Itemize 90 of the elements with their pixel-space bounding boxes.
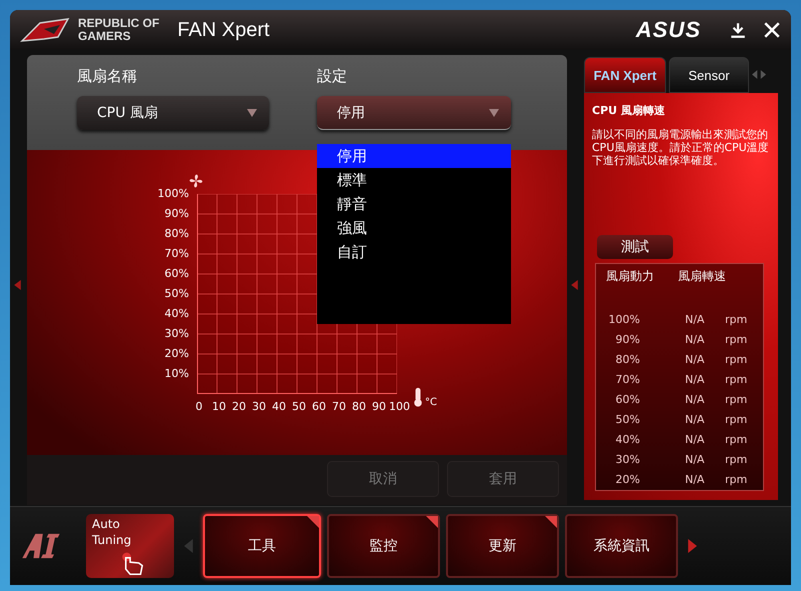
table-cell-text: N/A bbox=[685, 472, 706, 486]
field-label: 設定 bbox=[317, 67, 348, 86]
dropdown-option[interactable]: 標準 bbox=[317, 168, 511, 192]
table-cell-text: N/A bbox=[685, 312, 706, 326]
field-label: 風扇名稱 bbox=[77, 67, 138, 86]
table-cell-text: 30% bbox=[614, 452, 640, 466]
table-cell-text: 60% bbox=[614, 392, 640, 406]
info-title: CPU 風扇轉速 bbox=[592, 103, 666, 118]
table-cell: rpm bbox=[725, 332, 748, 346]
close-icon[interactable] bbox=[763, 21, 781, 39]
table-cell-text: 40% bbox=[614, 432, 640, 446]
table-cell-text: 50% bbox=[614, 412, 640, 426]
table-cell-text: N/A bbox=[685, 432, 706, 446]
table-cell: rpm bbox=[725, 472, 748, 486]
table-cell: rpm bbox=[725, 372, 748, 386]
logo-icon bbox=[20, 15, 70, 45]
axis-label: 50% bbox=[164, 286, 189, 302]
thermometer-icon bbox=[413, 386, 423, 408]
nav-button[interactable]: 監控 bbox=[327, 514, 440, 578]
table-cell: rpm bbox=[725, 312, 748, 326]
axis-label: 50 bbox=[291, 400, 307, 413]
axis-label: 20 bbox=[231, 400, 247, 413]
fan-dropdown[interactable]: CPU 風扇 bbox=[77, 96, 269, 130]
brand-logo: ASUS bbox=[636, 17, 701, 43]
axis-label: 30% bbox=[164, 326, 189, 342]
dropdown-option[interactable]: 自訂 bbox=[317, 240, 511, 264]
dropdown-option[interactable]: 停用 bbox=[317, 144, 511, 168]
auto-tuning-button[interactable]: Auto Tuning bbox=[86, 514, 174, 578]
nav-button[interactable]: 系統資訊 bbox=[565, 514, 678, 578]
table-cell-text: N/A bbox=[685, 372, 706, 386]
column-header: 風扇動力 bbox=[606, 268, 654, 285]
tab[interactable]: FAN Xpert bbox=[584, 57, 666, 93]
table-cell-text: 80% bbox=[614, 352, 640, 366]
axis-label: 0 bbox=[194, 400, 204, 413]
test-button[interactable]: 測試 bbox=[597, 235, 673, 259]
axis-label: 10 bbox=[211, 400, 227, 413]
minimize-icon[interactable] bbox=[729, 21, 747, 39]
axis-label: 70% bbox=[164, 246, 189, 262]
axis-label: 70 bbox=[331, 400, 347, 413]
mode-dropdown[interactable]: 停用 bbox=[317, 96, 511, 130]
table-cell-text: 100% bbox=[608, 312, 640, 326]
axis-label: 40% bbox=[164, 306, 189, 322]
axis-label: 60% bbox=[164, 266, 189, 282]
axis-label: 60 bbox=[311, 400, 327, 413]
table-cell: rpm bbox=[725, 392, 748, 406]
table-cell: rpm bbox=[725, 412, 748, 426]
axis-label: 80% bbox=[164, 226, 189, 242]
window-title: FAN Xpert bbox=[177, 18, 270, 42]
table-cell-text: N/A bbox=[685, 412, 706, 426]
ai-logo-icon bbox=[20, 532, 62, 560]
caret-icon bbox=[247, 109, 257, 117]
scroll-arrows-icon[interactable] bbox=[752, 70, 766, 78]
axis-label: 10% bbox=[164, 366, 189, 382]
left-arrow-icon[interactable] bbox=[571, 280, 578, 290]
table-cell-text: 70% bbox=[614, 372, 640, 386]
left-arrow-icon[interactable] bbox=[14, 280, 21, 290]
column-header: 風扇轉速 bbox=[678, 268, 726, 285]
corner-icon bbox=[307, 516, 319, 528]
axis-label: 80 bbox=[351, 400, 367, 413]
axis-label: 100 bbox=[389, 400, 409, 413]
table-cell-text: N/A bbox=[685, 392, 706, 406]
right-arrow-icon[interactable] bbox=[688, 539, 697, 553]
caret-icon bbox=[489, 108, 499, 116]
table-cell-text: 20% bbox=[614, 472, 640, 486]
unit-label: °C bbox=[425, 397, 437, 408]
table-cell-text: N/A bbox=[685, 332, 706, 346]
logo-text: GAMERS bbox=[78, 30, 132, 43]
dropdown-option[interactable]: 強風 bbox=[317, 216, 511, 240]
table-cell: rpm bbox=[725, 452, 748, 466]
table-cell-text: 90% bbox=[614, 332, 640, 346]
axis-label: 20% bbox=[164, 346, 189, 362]
nav-button[interactable]: 更新 bbox=[446, 514, 559, 578]
table-cell-text: N/A bbox=[685, 452, 706, 466]
corner-icon bbox=[545, 516, 557, 528]
dropdown-option[interactable]: 靜音 bbox=[317, 192, 511, 216]
axis-label: 90 bbox=[371, 400, 387, 413]
axis-label: 90% bbox=[164, 206, 189, 222]
axis-label: 40 bbox=[271, 400, 287, 413]
tab[interactable]: Sensor bbox=[669, 57, 749, 93]
corner-icon bbox=[426, 516, 438, 528]
nav-button[interactable]: 工具 bbox=[203, 514, 321, 578]
table-cell-text: N/A bbox=[685, 352, 706, 366]
table-cell: rpm bbox=[725, 352, 748, 366]
info-text: 請以不同的風扇電源輸出來測試您的CPU風扇速度。請於正常的CPU溫度下進行測試以確保準確度。 bbox=[592, 128, 770, 167]
axis-label: 100% bbox=[158, 186, 189, 202]
left-arrow-icon[interactable] bbox=[184, 539, 193, 553]
fan-icon bbox=[187, 172, 205, 190]
table-cell: rpm bbox=[725, 432, 748, 446]
axis-label: 30 bbox=[251, 400, 267, 413]
logo-text: REPUBLIC OF bbox=[78, 17, 160, 30]
